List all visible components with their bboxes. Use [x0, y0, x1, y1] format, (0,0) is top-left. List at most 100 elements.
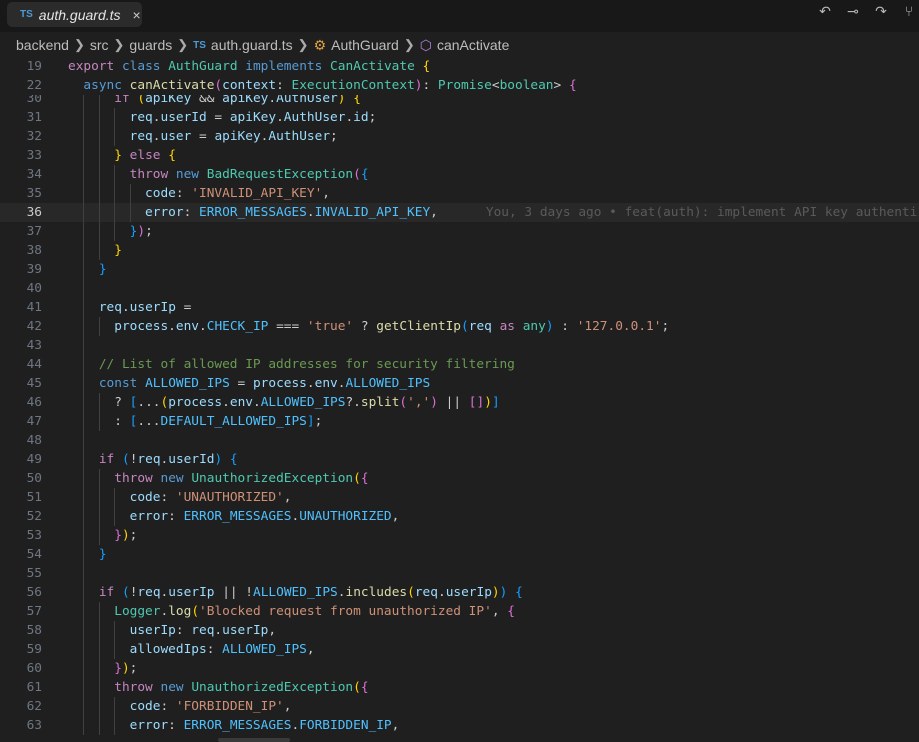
token: :	[175, 622, 192, 638]
line-number: 34	[26, 166, 42, 182]
typescript-icon: TS	[193, 39, 206, 51]
breadcrumb-class[interactable]: AuthGuard	[331, 37, 399, 53]
code-line[interactable]: 46 ? [...(process.env.ALLOWED_IPS?.split…	[0, 392, 919, 412]
token: }	[98, 546, 107, 562]
token: :	[183, 204, 199, 220]
token: []	[468, 394, 485, 410]
code-line[interactable]: 59 allowedIps: ALLOWED_IPS,	[0, 639, 919, 659]
token: )	[414, 78, 423, 93]
breadcrumb-guards[interactable]: guards	[129, 37, 172, 53]
code-line[interactable]: 52 error: ERROR_MESSAGES.UNAUTHORIZED,	[0, 506, 919, 526]
line-code: } else {	[68, 146, 176, 165]
code-line[interactable]: 49 if (!req.userId) {	[0, 449, 919, 469]
code-line[interactable]: 33 } else {	[0, 145, 919, 165]
line-code: req.userId = apiKey.AuthUser.id;	[68, 108, 377, 127]
token: ||	[437, 394, 469, 410]
token: {	[360, 470, 369, 486]
token: userIp	[129, 299, 176, 315]
line-code: export class AuthGuard implements CanAct…	[68, 57, 430, 76]
editor-actions: ↶ ⊸ ↷ ⑂	[815, 4, 919, 20]
code-line[interactable]: 62 code: 'FORBIDDEN_IP',	[0, 696, 919, 716]
line-number: 39	[26, 261, 42, 277]
token: allowedIps	[129, 641, 207, 657]
code-line[interactable]: 37 });	[0, 221, 919, 241]
git-graph-icon[interactable]: ⑂	[899, 4, 919, 20]
token: ,	[283, 489, 292, 505]
line-code: code: 'INVALID_API_KEY',	[68, 184, 330, 203]
code-line[interactable]: 53 });	[0, 525, 919, 545]
line-number: 32	[26, 128, 42, 144]
code-line[interactable]: 50 throw new UnauthorizedException({	[0, 468, 919, 488]
tab-auth-guard[interactable]: TS auth.guard.ts ×	[7, 2, 142, 27]
git-commit-icon[interactable]: ⊸	[843, 4, 863, 20]
go-forward-icon[interactable]: ↷	[871, 4, 891, 20]
close-icon[interactable]: ×	[133, 7, 141, 23]
line-code: const ALLOWED_IPS = process.env.ALLOWED_…	[68, 374, 430, 393]
code-line[interactable]: 51 code: 'UNAUTHORIZED',	[0, 487, 919, 507]
code-line[interactable]: 39 }	[0, 259, 919, 279]
code-line[interactable]: 58 userIp: req.userIp,	[0, 620, 919, 640]
token: // List of allowed IP addresses for secu…	[98, 356, 515, 372]
breadcrumb-backend[interactable]: backend	[16, 37, 69, 53]
token: (	[461, 318, 469, 334]
code-line[interactable]: 61 throw new UnauthorizedException({	[0, 677, 919, 697]
token: req	[137, 451, 161, 467]
code-line[interactable]: 60 });	[0, 658, 919, 678]
code-line[interactable]: 32 req.user = apiKey.AuthUser;	[0, 126, 919, 146]
breadcrumb-method[interactable]: canActivate	[437, 37, 509, 53]
code-line[interactable]: 40	[0, 278, 919, 298]
token: ExecutionContext	[291, 78, 415, 93]
token: code	[129, 698, 161, 714]
token: .	[168, 318, 176, 334]
token: .	[345, 109, 354, 125]
code-line[interactable]: 55	[0, 563, 919, 583]
token: throw	[129, 166, 169, 182]
line-code: throw new UnauthorizedException({	[68, 469, 369, 488]
token: ERROR_MESSAGES	[183, 508, 292, 524]
breadcrumb-src[interactable]: src	[90, 37, 109, 53]
code-line[interactable]: 22 async canActivate(context: ExecutionC…	[0, 76, 919, 95]
code-line[interactable]: 63 error: ERROR_MESSAGES.FORBIDDEN_IP,	[0, 715, 919, 735]
code-line[interactable]: 42 process.env.CHECK_IP === 'true' ? get…	[0, 316, 919, 336]
breadcrumb-file[interactable]: auth.guard.ts	[211, 37, 293, 53]
go-back-icon[interactable]: ↶	[815, 4, 835, 20]
code-line[interactable]: 19 export class AuthGuard implements CanA…	[0, 57, 919, 76]
token: ;	[314, 413, 323, 429]
code-line[interactable]: 34 throw new BadRequestException({	[0, 164, 919, 184]
code-line[interactable]: 44 // List of allowed IP addresses for s…	[0, 354, 919, 374]
token: ALLOWED_IPS	[145, 375, 230, 391]
code-editor[interactable]: 30 if (apiKey && apiKey.AuthUser) {31 re…	[0, 95, 919, 742]
code-line[interactable]: 47 : [...DEFAULT_ALLOWED_IPS];	[0, 411, 919, 431]
code-line[interactable]: 45 const ALLOWED_IPS = process.env.ALLOW…	[0, 373, 919, 393]
token: if	[98, 451, 115, 467]
code-line[interactable]: 30 if (apiKey && apiKey.AuthUser) {	[0, 95, 919, 108]
token: class	[121, 59, 161, 74]
line-number: 38	[26, 242, 42, 258]
code-line[interactable]: 31 req.userId = apiKey.AuthUser.id;	[0, 107, 919, 127]
code-line[interactable]: 41 req.userIp =	[0, 297, 919, 317]
token: BadRequestException	[206, 166, 354, 182]
code-line[interactable]: 57 Logger.log('Blocked request from unau…	[0, 601, 919, 621]
horizontal-scrollbar[interactable]	[218, 738, 290, 742]
code-line[interactable]: 54 }	[0, 544, 919, 564]
code-line[interactable]: 36 error: ERROR_MESSAGES.INVALID_API_KEY…	[0, 202, 919, 222]
token: :	[553, 318, 577, 334]
code-line[interactable]: 56 if (!req.userIp || !ALLOWED_IPS.inclu…	[0, 582, 919, 602]
code-line[interactable]: 35 code: 'INVALID_API_KEY',	[0, 183, 919, 203]
code-line[interactable]: 48	[0, 430, 919, 450]
code-line[interactable]: 38 }	[0, 240, 919, 260]
line-number: 40	[26, 280, 42, 296]
code-line[interactable]: 43	[0, 335, 919, 355]
sticky-scroll[interactable]: 19 export class AuthGuard implements CanA…	[0, 57, 919, 95]
token: UnauthorizedException	[191, 470, 354, 486]
